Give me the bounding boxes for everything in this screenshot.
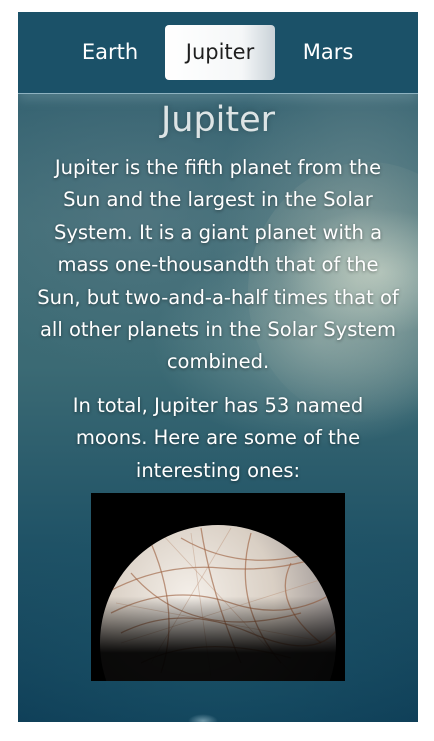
moon-image	[91, 493, 345, 681]
planet-description: Jupiter is the fifth planet from the Sun…	[37, 156, 399, 374]
tab-earth[interactable]: Earth	[70, 25, 150, 80]
tab-mars[interactable]: Mars	[288, 25, 368, 80]
planet-content: Jupiter Jupiter is the fifth planet from…	[18, 94, 418, 487]
app-container: Earth Jupiter Mars Jupiter Jupiter is th…	[18, 12, 418, 722]
planet-nav: Earth Jupiter Mars	[18, 12, 418, 94]
page-title: Jupiter	[160, 100, 276, 140]
tab-jupiter[interactable]: Jupiter	[165, 25, 275, 80]
moons-intro: In total, Jupiter has 53 named moons. He…	[72, 393, 364, 482]
